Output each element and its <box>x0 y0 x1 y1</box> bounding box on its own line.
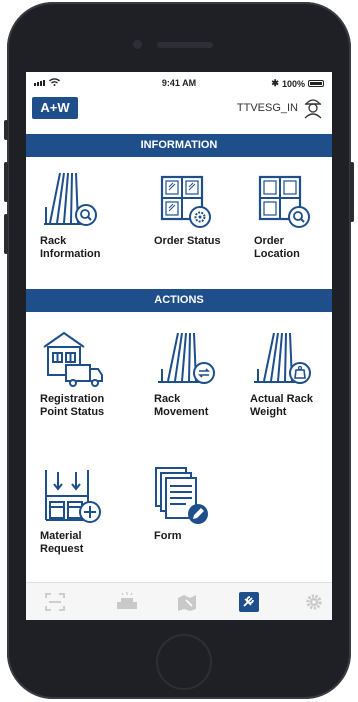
username[interactable]: TTVESG_IN <box>237 102 298 114</box>
window-search-icon <box>258 175 310 228</box>
tile-rack-information[interactable]: Rack Information <box>40 167 130 261</box>
delivery-icon[interactable] <box>113 592 141 612</box>
rack-weight-icon <box>254 332 311 384</box>
tile-label: Rack Movement <box>154 393 209 418</box>
map-icon[interactable] <box>176 592 198 612</box>
earpiece-speaker <box>157 42 213 48</box>
volume-down-button <box>4 214 8 254</box>
settings-icon[interactable] <box>303 592 325 612</box>
tile-order-location[interactable]: Order Location <box>254 167 332 261</box>
tile-label: Material Request <box>40 530 84 555</box>
battery-icon <box>308 80 324 87</box>
shelf-add-icon <box>45 470 101 523</box>
status-bar: 9:41 AM ✱ 100% <box>26 72 332 94</box>
scan-icon[interactable] <box>44 592 66 612</box>
tile-label: Registration Point Status <box>40 393 105 418</box>
status-right: ✱ 100% <box>271 78 324 89</box>
rack-search-icon <box>44 172 97 226</box>
bluetooth-icon: ✱ <box>271 78 279 88</box>
tile-rack-movement[interactable]: Rack Movement <box>154 325 244 419</box>
tile-label: Order Location <box>254 235 300 260</box>
section-header-actions: ACTIONS <box>26 289 332 312</box>
worker-avatar-icon[interactable] <box>302 95 324 119</box>
front-camera <box>133 40 142 49</box>
app-logo: A+W <box>32 97 78 119</box>
tile-registration-point-status[interactable]: Registration Point Status <box>40 325 130 419</box>
tile-label: Order Status <box>154 235 221 247</box>
tools-icon[interactable] <box>238 592 260 612</box>
tile-label: Form <box>154 530 182 542</box>
tile-order-status[interactable]: Order Status <box>154 167 244 248</box>
tile-label: Rack Information <box>40 235 101 260</box>
mute-switch <box>4 120 8 140</box>
tile-label: Actual Rack Weight <box>250 393 313 418</box>
tile-material-request[interactable]: Material Request <box>40 462 130 556</box>
tile-actual-rack-weight[interactable]: Actual Rack Weight <box>250 325 332 419</box>
window-gear-icon <box>160 175 211 228</box>
section-header-information: INFORMATION <box>26 134 332 157</box>
home-button[interactable] <box>156 634 212 690</box>
bottom-tab-bar <box>26 582 332 620</box>
app-header: A+W TTVESG_IN <box>26 94 332 134</box>
form-edit-icon <box>155 467 208 524</box>
volume-up-button <box>4 162 8 202</box>
battery-percent: 100% <box>281 78 305 89</box>
warehouse-truck-icon <box>43 331 103 387</box>
app-screen: 9:41 AM ✱ 100% A+W TTVESG_IN INFORMATION <box>26 72 332 620</box>
power-button <box>350 162 354 222</box>
tile-form[interactable]: Form <box>154 462 244 543</box>
rack-move-icon <box>158 332 215 384</box>
